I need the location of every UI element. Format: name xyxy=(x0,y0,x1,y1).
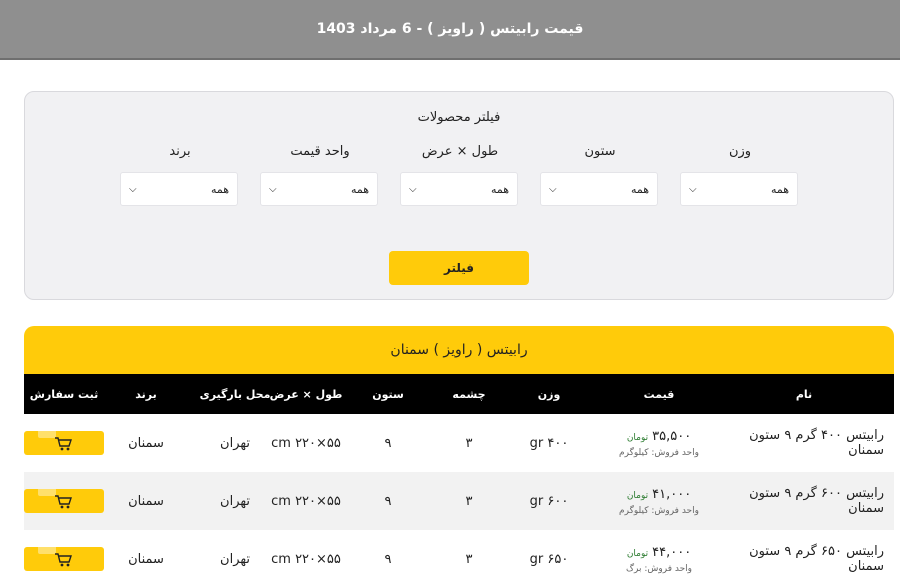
cell-name: رابیتس ۴۰۰ گرم ۹ ستون سمنان xyxy=(749,428,884,458)
filter-title: فیلتر محصولات xyxy=(417,110,501,125)
cell-column: ۹ xyxy=(384,551,392,567)
cart-icon xyxy=(55,553,72,567)
filter-label-price-unit: واحد قیمت xyxy=(290,144,350,159)
filter-label-column: ستون xyxy=(584,144,616,159)
chevron-down-icon: ⌵ xyxy=(129,183,137,195)
select-value: همه xyxy=(350,182,369,196)
price-currency: تومان xyxy=(626,490,649,501)
select-value: همه xyxy=(630,182,649,196)
column-header-column: ستون xyxy=(372,387,404,401)
column-header-size: طول × عرض xyxy=(269,387,343,401)
column-header-name: نام xyxy=(795,387,813,401)
column-header-order: ثبت سفارش xyxy=(29,387,99,401)
cell-price: ۳۵,۵۰۰ تومان واحد فروش: کیلوگرم xyxy=(604,414,714,472)
page-title: قیمت رابیتس ( راویز ) - 6 مرداد 1403 xyxy=(316,21,584,37)
cell-name: رابیتس ۶۰۰ گرم ۹ ستون سمنان xyxy=(749,486,884,516)
price-sale-unit: واحد فروش: کیلوگرم xyxy=(619,447,699,458)
column-header-weight: وزن xyxy=(537,387,561,401)
filter-select-price-unit[interactable]: ⌵ همه xyxy=(260,172,378,206)
price-value: ۴۴,۰۰۰ xyxy=(652,544,692,560)
cell-hole: ۳ xyxy=(465,435,473,451)
cell-brand: سمنان xyxy=(128,551,164,567)
filter-select-weight[interactable]: ⌵ همه xyxy=(680,172,798,206)
filter-select-size[interactable]: ⌵ همه xyxy=(400,172,518,206)
table-row: سمنان تهران ۵۵×۲۲۰ cm ۹ ۳ ۶۰۰ gr ۴۱,۰۰۰ … xyxy=(24,472,894,530)
filter-button[interactable]: فیلتر xyxy=(389,251,529,285)
filter-panel: فیلتر محصولات برند ⌵ همه واحد قیمت ⌵ همه… xyxy=(24,91,894,300)
filter-select-brand[interactable]: ⌵ همه xyxy=(120,172,238,206)
filter-group-brand: برند ⌵ همه xyxy=(120,144,240,206)
chevron-down-icon: ⌵ xyxy=(409,183,417,195)
price-sale-unit: واحد فروش: کیلوگرم xyxy=(619,505,699,516)
filter-label-size: طول × عرض xyxy=(421,144,499,159)
product-group-title: رابیتس ( راویز ) سمنان xyxy=(24,326,894,374)
product-group-card: رابیتس ( راویز ) سمنان ثبت سفارش برند مح… xyxy=(24,326,894,584)
order-button[interactable] xyxy=(24,547,104,571)
filter-group-column: ستون ⌵ همه xyxy=(540,144,660,206)
select-value: همه xyxy=(490,182,509,196)
cell-price: ۴۴,۰۰۰ تومان واحد فروش: برگ xyxy=(604,530,714,584)
filter-group-size: طول × عرض ⌵ همه xyxy=(400,144,520,206)
price-currency: تومان xyxy=(626,548,649,559)
cell-weight: ۶۰۰ gr xyxy=(529,493,569,509)
cell-brand: سمنان xyxy=(128,493,164,509)
column-header-brand: برند xyxy=(135,387,157,401)
cell-weight: ۴۰۰ gr xyxy=(529,435,569,451)
price-line: ۳۵,۵۰۰ تومان xyxy=(627,429,691,444)
cell-size: ۵۵×۲۲۰ cm xyxy=(271,493,341,509)
cell-hole: ۳ xyxy=(465,493,473,509)
filter-label-brand: برند xyxy=(169,144,191,159)
price-value: ۴۱,۰۰۰ xyxy=(652,486,692,502)
column-header-hole: چشمه xyxy=(452,387,486,401)
cell-column: ۹ xyxy=(384,435,392,451)
cell-price: ۴۱,۰۰۰ تومان واحد فروش: کیلوگرم xyxy=(604,472,714,530)
select-value: همه xyxy=(770,182,789,196)
top-bar: قیمت رابیتس ( راویز ) - 6 مرداد 1403 xyxy=(0,0,900,60)
order-button[interactable] xyxy=(24,489,104,513)
cell-hole: ۳ xyxy=(465,551,473,567)
price-line: ۴۴,۰۰۰ تومان xyxy=(627,545,691,560)
price-line: ۴۱,۰۰۰ تومان xyxy=(627,487,691,502)
cell-size: ۵۵×۲۲۰ cm xyxy=(271,551,341,567)
price-value: ۳۵,۵۰۰ xyxy=(652,428,692,444)
chevron-down-icon: ⌵ xyxy=(689,183,697,195)
chevron-down-icon: ⌵ xyxy=(269,183,277,195)
filter-group-price-unit: واحد قیمت ⌵ همه xyxy=(260,144,380,206)
cart-icon xyxy=(55,495,72,509)
select-value: همه xyxy=(210,182,229,196)
cell-weight: ۶۵۰ gr xyxy=(529,551,569,567)
filter-select-column[interactable]: ⌵ همه xyxy=(540,172,658,206)
table-row: سمنان تهران ۵۵×۲۲۰ cm ۹ ۳ ۶۵۰ gr ۴۴,۰۰۰ … xyxy=(24,530,894,584)
price-currency: تومان xyxy=(626,432,649,443)
filter-group-weight: وزن ⌵ همه xyxy=(680,144,800,206)
column-header-price: قیمت xyxy=(643,387,675,401)
filter-label-weight: وزن xyxy=(728,144,752,159)
cart-icon xyxy=(55,437,72,451)
cell-brand: سمنان xyxy=(128,435,164,451)
cell-column: ۹ xyxy=(384,493,392,509)
order-button[interactable] xyxy=(24,431,104,455)
table-row: سمنان تهران ۵۵×۲۲۰ cm ۹ ۳ ۴۰۰ gr ۳۵,۵۰۰ … xyxy=(24,414,894,472)
cell-size: ۵۵×۲۲۰ cm xyxy=(271,435,341,451)
price-sale-unit: واحد فروش: برگ xyxy=(626,563,693,574)
cell-name: رابیتس ۶۵۰ گرم ۹ ستون سمنان xyxy=(749,544,884,574)
chevron-down-icon: ⌵ xyxy=(549,183,557,195)
table-header: ثبت سفارش برند محل بارگیری طول × عرض ستو… xyxy=(24,374,894,414)
